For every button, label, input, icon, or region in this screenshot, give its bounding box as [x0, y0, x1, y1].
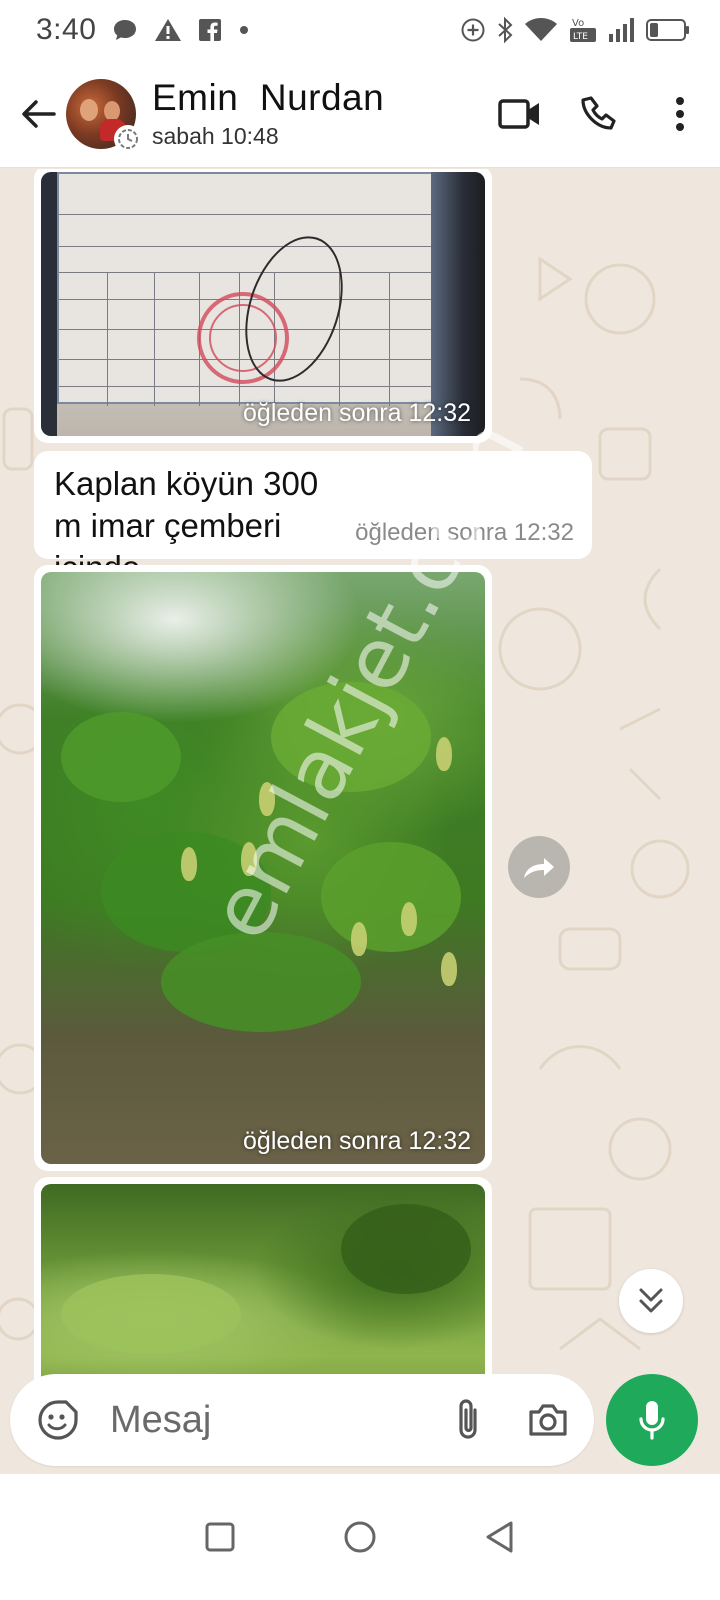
svg-text:Vo: Vo [572, 18, 584, 29]
signal-icon [608, 17, 636, 43]
phone-icon[interactable] [560, 74, 640, 154]
status-bar: 3:40 Vo LTE [0, 0, 720, 60]
sticker-icon[interactable] [30, 1392, 86, 1448]
grass-photo[interactable] [41, 1184, 485, 1403]
message-time: öğleden sonra 12:32 [243, 399, 471, 427]
back-arrow-icon[interactable] [10, 86, 66, 142]
message-image-document[interactable]: öğleden sonra 12:32 [34, 169, 492, 443]
back-nav-icon[interactable] [465, 1502, 535, 1572]
video-call-icon[interactable] [480, 74, 560, 154]
message-input[interactable] [110, 1398, 440, 1442]
recents-icon[interactable] [185, 1502, 255, 1572]
contact-name: Emin Nurdan [152, 77, 385, 118]
attach-icon[interactable] [440, 1392, 496, 1448]
chat-bubble-icon [112, 18, 138, 42]
dot-icon [238, 24, 250, 36]
add-circle-icon [460, 17, 486, 43]
grapevine-photo[interactable]: öğleden sonra 12:32 [41, 572, 485, 1164]
volte-icon: Vo LTE [568, 16, 598, 44]
svg-text:LTE: LTE [573, 32, 588, 42]
forward-button[interactable] [508, 836, 570, 898]
more-vert-icon[interactable] [640, 74, 720, 154]
status-time: 3:40 [36, 13, 97, 46]
avatar[interactable] [66, 78, 142, 153]
message-time: öğleden sonra 12:32 [243, 1127, 471, 1155]
message-text[interactable]: Kaplan köyün 300 m imar çemberi içinde ö… [34, 451, 592, 586]
message-image-grass[interactable] [34, 1177, 492, 1403]
system-nav-bar [0, 1474, 720, 1600]
message-composer [10, 1374, 594, 1466]
message-image-grapevine[interactable]: öğleden sonra 12:32 [34, 565, 492, 1171]
chat-area[interactable]: öğleden sonra 12:32 Kaplan köyün 300 m i… [0, 169, 720, 1403]
message-time: öğleden sonra 12:32 [355, 519, 574, 546]
contact-info[interactable]: Emin Nurdan sabah 10:48 [152, 77, 384, 150]
voice-record-button[interactable] [606, 1374, 698, 1466]
wifi-icon [524, 17, 558, 43]
disappearing-timer-icon [114, 124, 142, 153]
scroll-down-button[interactable] [619, 1269, 683, 1333]
microphone-icon [639, 1401, 665, 1440]
bluetooth-icon [496, 16, 514, 44]
warning-icon [154, 17, 182, 43]
document-photo[interactable]: öğleden sonra 12:32 [41, 172, 485, 436]
chat-header: Emin Nurdan sabah 10:48 [0, 60, 720, 168]
facebook-icon [198, 18, 222, 42]
last-seen: sabah 10:48 [152, 123, 279, 149]
battery-icon [646, 18, 690, 42]
camera-icon[interactable] [520, 1392, 576, 1448]
home-icon[interactable] [325, 1502, 395, 1572]
